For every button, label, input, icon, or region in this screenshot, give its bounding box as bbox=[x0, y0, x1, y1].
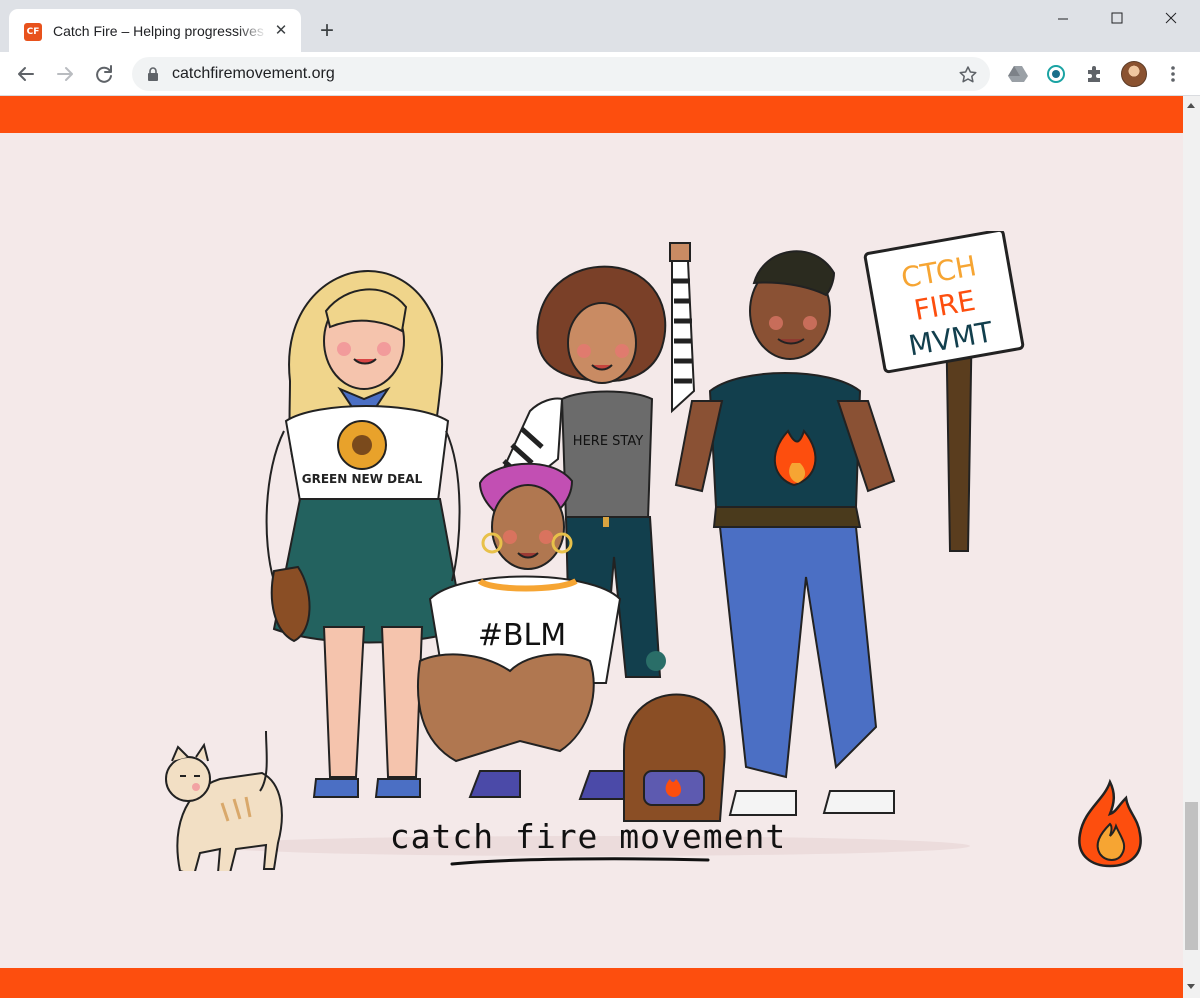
drive-icon[interactable] bbox=[1007, 63, 1029, 85]
wordmark-underline bbox=[450, 857, 710, 866]
forward-arrow-icon[interactable] bbox=[51, 60, 79, 88]
brand-wordmark: catch fire movement bbox=[389, 817, 787, 856]
star-icon[interactable] bbox=[958, 65, 978, 85]
reload-icon[interactable] bbox=[90, 60, 118, 88]
top-accent-band bbox=[0, 96, 1183, 133]
browser-toolbar: catchfiremovement.org bbox=[0, 52, 1200, 96]
profile-avatar[interactable] bbox=[1121, 61, 1147, 87]
scroll-up-arrow-icon[interactable] bbox=[1187, 103, 1195, 108]
record-extension-icon[interactable] bbox=[1045, 63, 1067, 85]
vertical-scrollbar[interactable] bbox=[1183, 96, 1200, 998]
tab-close-icon[interactable]: ✕ bbox=[271, 21, 291, 41]
page-viewport: GREEN NEW DEAL HERE STAY CTCH FIRE MVMT … bbox=[0, 96, 1183, 998]
bottom-accent-band bbox=[0, 968, 1183, 998]
kebab-menu-icon[interactable] bbox=[1162, 63, 1184, 85]
tab-title: Catch Fire – Helping progressives bbox=[53, 23, 264, 39]
shirt-slogan-green-new-deal: GREEN NEW DEAL bbox=[302, 472, 423, 486]
lock-icon[interactable] bbox=[146, 67, 160, 81]
back-arrow-icon[interactable] bbox=[12, 60, 40, 88]
new-tab-button[interactable]: + bbox=[314, 18, 340, 44]
hero-illustration: GREEN NEW DEAL HERE STAY CTCH FIRE MVMT … bbox=[165, 231, 1025, 871]
address-bar[interactable]: catchfiremovement.org bbox=[132, 57, 990, 91]
figure-sign-holder: CTCH FIRE MVMT bbox=[674, 231, 1025, 816]
tab-strip: CF Catch Fire – Helping progressives ✕ + bbox=[0, 0, 1200, 52]
shirt-slogan-blm: #BLM bbox=[478, 618, 566, 653]
puzzle-icon[interactable] bbox=[1084, 63, 1106, 85]
shirt-slogan-here-to-stay: HERE STAY bbox=[573, 434, 643, 449]
scroll-down-arrow-icon[interactable] bbox=[1187, 984, 1195, 989]
maximize-button[interactable] bbox=[1090, 0, 1144, 38]
flame-icon bbox=[1078, 778, 1142, 868]
backpack bbox=[623, 693, 726, 822]
close-window-button[interactable] bbox=[1144, 0, 1198, 38]
favicon-icon: CF bbox=[24, 23, 42, 41]
tab-title-fade bbox=[237, 19, 267, 43]
minimize-button[interactable] bbox=[1036, 0, 1090, 38]
url-text[interactable]: catchfiremovement.org bbox=[172, 64, 335, 84]
active-tab[interactable]: CF Catch Fire – Helping progressives ✕ bbox=[9, 9, 301, 52]
scroll-thumb[interactable] bbox=[1185, 802, 1198, 950]
